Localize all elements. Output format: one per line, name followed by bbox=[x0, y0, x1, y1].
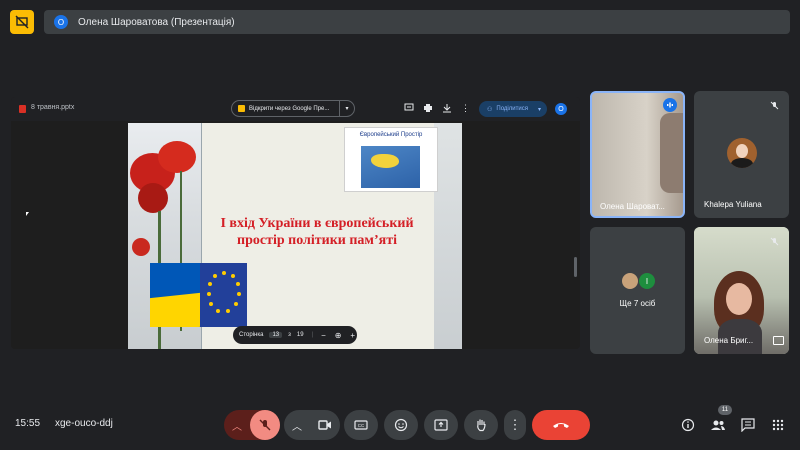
presentation-slide: Європейський Простір І вхід України в єв… bbox=[128, 123, 462, 349]
present-to-all-icon bbox=[434, 419, 448, 431]
ukraine-eu-flags-image bbox=[150, 263, 247, 327]
european-space-image: Європейський Простір bbox=[344, 127, 438, 192]
camera-button[interactable] bbox=[310, 410, 340, 440]
people-icon bbox=[711, 420, 725, 430]
more-options-button[interactable]: ⋮ bbox=[504, 410, 526, 440]
participant-tile[interactable]: Khalepa Yuliana bbox=[694, 91, 789, 218]
mic-off-icon bbox=[767, 234, 781, 248]
activities-button[interactable] bbox=[769, 416, 787, 434]
share-label: Поділитися bbox=[496, 106, 528, 112]
pin-icon[interactable] bbox=[773, 336, 784, 345]
chevron-up-icon[interactable]: ︿ bbox=[284, 418, 310, 433]
captions-button[interactable]: CC bbox=[344, 410, 378, 440]
people-button[interactable] bbox=[709, 416, 727, 434]
info-icon bbox=[681, 418, 695, 432]
apps-grid-icon bbox=[772, 419, 784, 431]
powerpoint-file-icon bbox=[19, 105, 26, 113]
participants-count-badge: 11 bbox=[718, 405, 732, 415]
page-label: Сторінка bbox=[239, 332, 264, 338]
zoom-icon[interactable]: ⊕ bbox=[334, 331, 343, 340]
more-participants-tile[interactable]: I Ще 7 осіб bbox=[590, 227, 685, 354]
participant-name: Khalepa Yuliana bbox=[704, 200, 762, 209]
zoom-out-icon[interactable]: − bbox=[319, 331, 328, 340]
mic-off-icon bbox=[767, 98, 781, 112]
page-number-input[interactable]: 13 bbox=[269, 332, 283, 338]
chevron-down-icon[interactable]: ▾ bbox=[339, 101, 354, 116]
people-icon: ⚇ bbox=[487, 106, 493, 113]
mic-control-group: ︿ bbox=[224, 410, 280, 440]
chat-button[interactable] bbox=[739, 416, 757, 434]
videocam-icon bbox=[318, 420, 331, 430]
hand-icon bbox=[477, 419, 486, 432]
download-icon[interactable] bbox=[441, 103, 452, 114]
mouse-cursor-icon bbox=[26, 212, 29, 216]
more-participants-label: Ще 7 осіб bbox=[619, 299, 656, 308]
file-name: 8 травня.pptx bbox=[31, 104, 75, 111]
participant-name: Олена Шароват... bbox=[600, 202, 665, 211]
scrollbar[interactable] bbox=[574, 257, 577, 277]
eu-box-title: Європейський Простір bbox=[359, 132, 423, 138]
user-avatar[interactable]: O bbox=[555, 103, 567, 115]
page-of-label: з bbox=[288, 332, 291, 338]
participant-name: Олена Бриг... bbox=[704, 336, 754, 345]
meeting-code: xge-ouco-ddj bbox=[55, 418, 113, 429]
share-chevron-icon: ▾ bbox=[537, 106, 541, 113]
presentation-indicator-icon bbox=[10, 10, 34, 34]
svg-text:CC: CC bbox=[358, 423, 365, 428]
zoom-in-icon[interactable]: + bbox=[348, 331, 357, 340]
raise-hand-button[interactable] bbox=[464, 410, 498, 440]
slide-title: І вхід України в європейський простір по… bbox=[220, 216, 414, 248]
page-total: 19 bbox=[296, 332, 304, 338]
mic-off-button[interactable] bbox=[250, 410, 280, 440]
open-with-button[interactable]: Відкрити через Google Пре... ▾ bbox=[231, 100, 355, 117]
google-slides-icon bbox=[238, 105, 245, 112]
participant-initial-avatar: I bbox=[639, 273, 655, 289]
chevron-up-icon[interactable]: ︿ bbox=[224, 418, 250, 433]
participant-tile-active-speaker[interactable]: Олена Шароват... bbox=[590, 91, 685, 218]
more-vert-icon[interactable]: ⋮ bbox=[460, 103, 471, 114]
clock: 15:55 bbox=[15, 418, 41, 429]
mic-off-icon bbox=[259, 419, 271, 431]
participant-avatar-small bbox=[622, 273, 638, 289]
presenter-banner: O Олена Шароватова (Презентація) bbox=[44, 10, 790, 34]
leave-call-button[interactable] bbox=[532, 410, 590, 440]
open-with-label: Відкрити через Google Пре... bbox=[249, 105, 330, 112]
speaking-indicator-icon bbox=[663, 98, 677, 112]
ukraine-map-shape bbox=[371, 154, 399, 168]
reactions-button[interactable] bbox=[384, 410, 418, 440]
camera-control-group: ︿ bbox=[284, 410, 340, 440]
participant-avatar bbox=[727, 138, 757, 168]
presenter-banner-text: Олена Шароватова (Презентація) bbox=[78, 16, 235, 28]
page-navigation-control: Сторінка 13 з 19 | − ⊕ + bbox=[233, 326, 357, 344]
call-end-icon bbox=[553, 423, 569, 428]
present-screen-button[interactable] bbox=[424, 410, 458, 440]
print-icon[interactable] bbox=[422, 103, 433, 114]
slide-right-background bbox=[434, 123, 462, 349]
presenter-avatar: O bbox=[54, 15, 68, 29]
comment-icon[interactable] bbox=[403, 103, 414, 114]
chat-icon bbox=[741, 418, 755, 432]
closed-captions-icon: CC bbox=[354, 420, 368, 430]
more-vert-icon: ⋮ bbox=[508, 417, 522, 432]
participant-tile[interactable]: Олена Бриг... bbox=[694, 227, 789, 354]
meeting-details-button[interactable] bbox=[679, 416, 697, 434]
emoji-icon bbox=[394, 418, 408, 432]
share-button[interactable]: ⚇ Поділитися ▾ bbox=[479, 101, 547, 117]
